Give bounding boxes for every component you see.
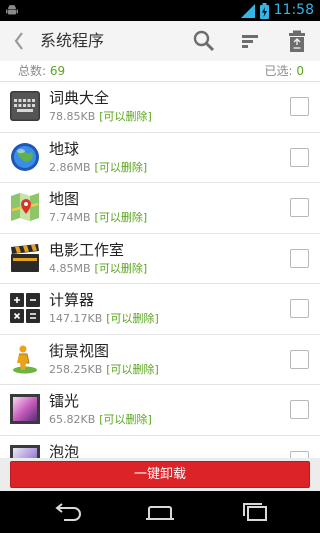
globe-icon — [11, 142, 39, 171]
bottom-action-bar: 一键卸载 — [0, 458, 320, 491]
app-tag: [可以删除] — [99, 413, 152, 426]
app-meta: 2.86MB [可以删除] — [49, 160, 147, 175]
selected-count: 已选: 0 — [264, 61, 304, 81]
photo-frame-icon — [10, 444, 40, 458]
selected-label: 已选: — [264, 64, 293, 78]
select-checkbox[interactable] — [290, 97, 309, 116]
app-name: 街景视图 — [49, 341, 110, 360]
app-size: 4.85MB — [49, 261, 91, 275]
total-value: 69 — [49, 64, 66, 78]
calculator-icon — [10, 293, 40, 323]
app-size: 258.25KB — [49, 362, 103, 376]
app-tag: [可以删除] — [94, 211, 148, 224]
home-icon[interactable] — [143, 500, 177, 524]
screen: 11:58 系统程序 总数: 69 已选: 0 词典大全 78.85KB [可以… — [0, 0, 320, 533]
app-name: 泡泡 — [49, 442, 80, 459]
android-notification-icon — [6, 4, 18, 15]
select-checkbox[interactable] — [290, 198, 309, 217]
list-item[interactable]: 地图 7.74MB [可以删除] — [0, 183, 320, 234]
list-item[interactable]: 计算器 147.17KB [可以删除] — [0, 284, 320, 335]
page-title: 系统程序 — [40, 31, 105, 50]
select-checkbox[interactable] — [290, 349, 309, 369]
navigation-bar — [0, 491, 320, 533]
app-meta: 4.85MB [可以删除] — [49, 261, 147, 276]
total-label: 总数: — [18, 64, 47, 78]
uninstall-all-button[interactable]: 一键卸载 — [10, 461, 310, 488]
app-size: 147.17KB — [49, 312, 103, 325]
signal-icon — [240, 3, 255, 18]
selected-value: 0 — [296, 64, 304, 78]
app-name: 计算器 — [49, 291, 95, 309]
select-checkbox[interactable] — [290, 299, 309, 318]
trash-icon[interactable] — [285, 29, 309, 53]
list-item[interactable]: 镭光 65.82KB [可以删除] — [0, 385, 320, 436]
app-meta: 7.74MB [可以删除] — [49, 210, 147, 225]
keyboard-icon — [10, 91, 40, 121]
app-tag: [可以删除] — [94, 160, 148, 174]
app-name: 地图 — [49, 190, 80, 208]
battery-icon — [259, 2, 269, 19]
list-item[interactable]: 地球 2.86MB [可以删除] — [0, 132, 320, 183]
app-list: 词典大全 78.85KB [可以删除] 地球 2.86MB [可以删除] 地图 … — [0, 82, 320, 458]
app-name: 地球 — [49, 139, 80, 158]
select-checkbox[interactable] — [290, 400, 309, 419]
action-bar: 系统程序 — [0, 21, 320, 61]
app-meta: 258.25KB [可以删除] — [49, 362, 159, 377]
app-tag: [可以删除] — [106, 312, 159, 325]
app-size: 7.74MB — [49, 211, 91, 224]
app-name: 电影工作室 — [49, 240, 125, 259]
clapperboard-icon — [11, 243, 39, 272]
total-count: 总数: 69 — [18, 61, 65, 81]
app-meta: 65.82KB [可以删除] — [49, 412, 152, 427]
app-size: 78.85KB — [49, 110, 96, 123]
map-icon — [11, 193, 39, 221]
back-icon[interactable] — [50, 500, 84, 524]
app-size: 2.86MB — [49, 160, 91, 174]
list-item[interactable]: 街景视图 258.25KB [可以删除] — [0, 334, 320, 385]
status-bar: 11:58 — [0, 0, 320, 21]
app-tag: [可以删除] — [106, 362, 159, 376]
recents-icon[interactable] — [238, 500, 272, 524]
app-tag: [可以删除] — [99, 110, 152, 123]
app-name: 词典大全 — [49, 89, 110, 107]
app-name: 镭光 — [49, 392, 80, 410]
select-checkbox[interactable] — [290, 147, 309, 167]
street-view-icon — [13, 345, 37, 373]
app-meta: 147.17KB [可以删除] — [49, 311, 159, 326]
select-checkbox[interactable] — [290, 450, 309, 458]
list-item[interactable]: 词典大全 78.85KB [可以删除] — [0, 82, 320, 133]
photo-frame-icon — [10, 394, 40, 424]
search-icon[interactable] — [192, 29, 216, 53]
app-tag: [可以删除] — [94, 261, 148, 275]
chevron-left-icon[interactable] — [12, 30, 26, 52]
app-size: 65.82KB — [49, 413, 96, 426]
list-item[interactable]: 泡泡 — [0, 435, 320, 459]
status-right: 11:58 — [240, 2, 314, 19]
status-time: 11:58 — [273, 2, 314, 18]
list-item[interactable]: 电影工作室 4.85MB [可以删除] — [0, 233, 320, 284]
count-row: 总数: 69 已选: 0 — [0, 61, 320, 82]
select-checkbox[interactable] — [290, 248, 309, 268]
sort-icon[interactable] — [239, 29, 263, 53]
app-meta: 78.85KB [可以删除] — [49, 109, 152, 124]
